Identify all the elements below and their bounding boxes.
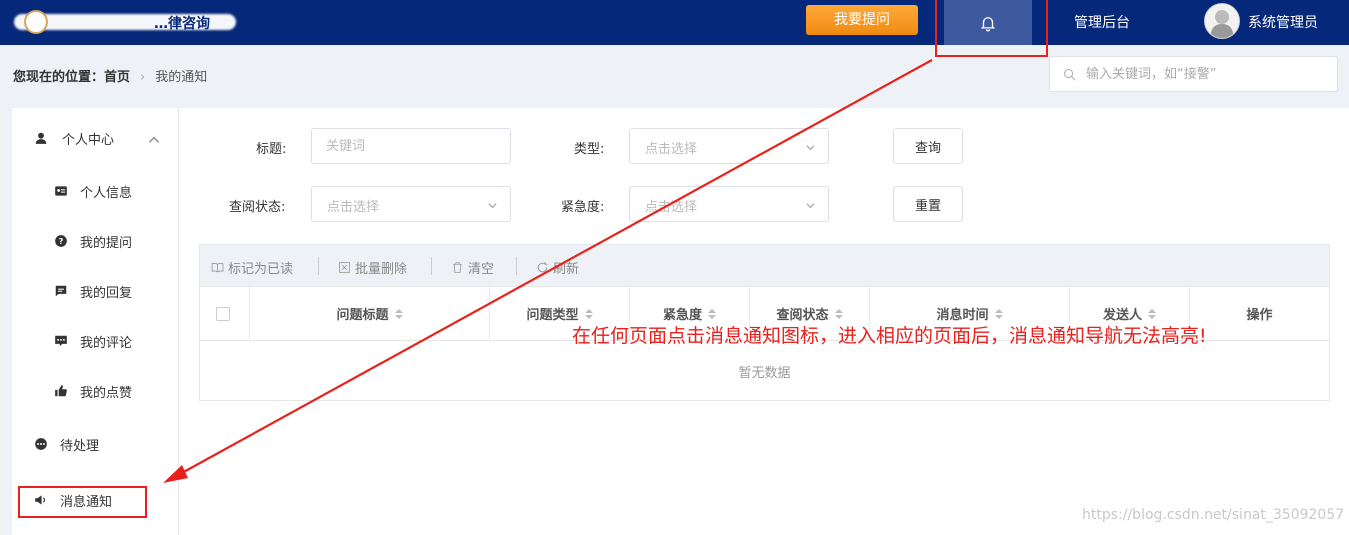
refresh-label: 刷新 — [553, 262, 580, 277]
mark-read-label: 标记为已读 — [228, 262, 294, 277]
reset-button[interactable]: 重置 — [893, 186, 963, 222]
column-header: 操作 — [1190, 287, 1329, 340]
chevron-down-icon — [806, 203, 815, 209]
breadcrumb-prefix: 您现在的位置： — [13, 70, 105, 85]
column-label: 操作 — [1246, 308, 1273, 323]
mark-read-button[interactable]: 标记为已读 — [211, 258, 293, 277]
sidebar-item-pending[interactable]: 待处理 — [12, 429, 178, 459]
user-icon — [34, 131, 48, 145]
select-all-cell — [200, 287, 250, 340]
site-title: …律咨询 — [154, 16, 210, 32]
sidebar-item-label: 待处理 — [60, 438, 100, 454]
chevron-up-icon[interactable] — [147, 133, 161, 147]
sort-icon[interactable] — [394, 308, 403, 319]
breadcrumb: 您现在的位置：首页 › 我的通知 — [13, 66, 207, 85]
watermark: https://blog.csdn.net/sinat_35092057 — [1082, 507, 1345, 523]
id-card-icon — [54, 184, 68, 198]
sidebar-item-label: 个人信息 — [80, 185, 133, 201]
urgency-filter-select[interactable]: 点击选择 — [629, 186, 829, 222]
clear-button[interactable]: 清空 — [451, 258, 494, 277]
sidebar-group-label: 个人中心 — [62, 132, 115, 148]
select-all-checkbox[interactable] — [216, 307, 230, 321]
chevron-right-icon: › — [140, 70, 146, 85]
status-filter-label: 查阅状态: — [229, 200, 286, 215]
sidebar-item-profile[interactable]: 个人信息 — [12, 176, 178, 206]
sidebar-item-my-replies[interactable]: 我的回复 — [12, 276, 178, 306]
sidebar-item-my-questions[interactable]: ? 我的提问 — [12, 226, 178, 256]
breadcrumb-home[interactable]: 首页 — [104, 70, 130, 85]
select-placeholder: 点击选择 — [645, 200, 698, 215]
sidebar-item-label: 我的回复 — [80, 285, 133, 301]
title-filter-label: 标题: — [256, 142, 287, 157]
table-body: 暂无数据 — [199, 341, 1330, 401]
annotation-box-nav — [18, 486, 147, 518]
sidebar-item-label: 我的点赞 — [80, 385, 133, 401]
reply-message-icon — [54, 284, 68, 298]
more-circle-icon — [34, 437, 48, 451]
avatar[interactable] — [1204, 3, 1240, 39]
search-input[interactable] — [1086, 61, 1331, 87]
delete-box-icon — [339, 262, 350, 273]
sort-icon[interactable] — [994, 308, 1003, 319]
global-search[interactable] — [1049, 56, 1338, 92]
chevron-down-icon — [806, 145, 815, 151]
annotation-box-bell — [935, 0, 1048, 57]
search-icon — [1063, 68, 1076, 81]
status-filter-select[interactable]: 点击选择 — [311, 186, 511, 222]
toolbar-divider — [318, 257, 319, 275]
admin-console-link[interactable]: 管理后台 — [1074, 12, 1130, 32]
sidebar-item-my-likes[interactable]: 我的点赞 — [12, 376, 178, 406]
column-label: 问题标题 — [336, 308, 389, 323]
empty-state-text: 暂无数据 — [738, 366, 791, 381]
select-placeholder: 点击选择 — [645, 142, 698, 157]
breadcrumb-current: 我的通知 — [155, 70, 208, 85]
annotation-text: 在任何页面点击消息通知图标，进入相应的页面后，消息通知导航无法高亮! — [572, 325, 1207, 347]
sort-icon[interactable] — [1148, 308, 1156, 319]
trash-icon — [453, 262, 462, 273]
toolbar-divider — [431, 257, 432, 275]
table-toolbar: 标记为已读 批量删除 清空 刷新 — [199, 244, 1330, 286]
sidebar: 个人中心 个人信息 ? 我的提问 我的回复 我的评论 我的点赞 待处理 消息通知 — [12, 108, 179, 535]
avatar-head — [1215, 10, 1229, 24]
sort-icon[interactable] — [584, 308, 593, 319]
site-logo[interactable]: …律咨询 — [14, 8, 236, 36]
sidebar-item-label: 我的评论 — [80, 335, 133, 351]
sort-icon[interactable] — [834, 308, 843, 319]
avatar-body — [1211, 24, 1233, 38]
type-filter-label: 类型: — [574, 142, 605, 157]
toolbar-divider — [516, 257, 517, 275]
column-label: 问题类型 — [526, 308, 579, 323]
emblem-icon — [24, 10, 48, 34]
svg-text:?: ? — [59, 236, 64, 246]
question-circle-icon: ? — [54, 234, 68, 248]
batch-delete-label: 批量删除 — [355, 262, 408, 277]
thumbs-up-icon — [54, 384, 68, 398]
column-header[interactable]: 问题标题 — [250, 287, 490, 340]
chevron-down-icon — [488, 203, 497, 209]
select-placeholder: 点击选择 — [327, 200, 380, 215]
sidebar-group-personal-center[interactable]: 个人中心 — [12, 123, 178, 153]
type-filter-select[interactable]: 点击选择 — [629, 128, 829, 164]
urgency-filter-label: 紧急度: — [561, 200, 605, 215]
sort-icon[interactable] — [708, 308, 716, 319]
sidebar-item-label: 我的提问 — [80, 235, 133, 251]
open-book-icon — [211, 262, 224, 273]
title-filter-input[interactable] — [311, 128, 511, 164]
user-name[interactable]: 系统管理员 — [1248, 12, 1318, 32]
clear-label: 清空 — [468, 262, 495, 277]
batch-delete-button[interactable]: 批量删除 — [338, 258, 407, 277]
comment-icon — [54, 334, 68, 348]
sidebar-item-my-comments[interactable]: 我的评论 — [12, 326, 178, 356]
query-button[interactable]: 查询 — [893, 128, 963, 164]
refresh-icon — [537, 262, 548, 273]
refresh-button[interactable]: 刷新 — [536, 258, 579, 277]
ask-question-button[interactable]: 我要提问 — [806, 5, 918, 35]
